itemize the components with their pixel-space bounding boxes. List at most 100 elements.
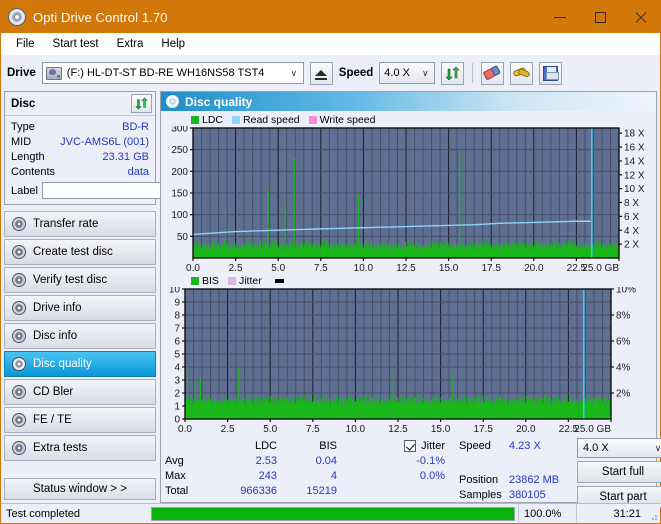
maximize-button[interactable] — [580, 1, 620, 33]
sidebar-item-cd-bler[interactable]: CD Bler — [4, 379, 156, 405]
run-samples-label: Samples — [459, 488, 502, 501]
bottom-chart-svg: 0123456789102%4%6%8%10%0.0 2.5 5.0 7.5 10.0 1… — [169, 287, 636, 435]
test-speed-select[interactable]: 4.0 X ∨ — [577, 438, 661, 458]
svg-text:10.0: 10.0 — [346, 424, 366, 435]
title-bar: Opti Drive Control 1.70 — [1, 1, 660, 33]
disc-mid-label: MID — [11, 135, 32, 148]
stats-row-label: Total — [165, 484, 189, 497]
speed-select[interactable]: 4.0 X ∨ — [379, 62, 436, 84]
disc-quality-icon — [166, 95, 179, 108]
sidebar-item-disc-quality[interactable]: Disc quality — [4, 351, 156, 377]
stats-max-bis: 4 — [330, 469, 337, 482]
close-button[interactable] — [620, 1, 660, 33]
sidebar-item-label: Create test disc — [33, 246, 113, 258]
page-title: Disc quality — [185, 94, 253, 109]
disc-icon — [12, 245, 26, 259]
sidebar-item-create-test-disc[interactable]: Create test disc — [4, 239, 156, 265]
menu-item-start-test[interactable]: Start test — [44, 36, 108, 52]
sidebar-item-label: FE / TE — [33, 414, 72, 426]
sidebar-item-drive-info[interactable]: Drive info — [4, 295, 156, 321]
stats-row-total: Total 966336 15219 — [165, 483, 455, 498]
run-position-value: 23862 MB — [509, 473, 560, 486]
sidebar: Disc Type BD-R MID JVC-AMS6L (001) Lengt… — [4, 91, 246, 503]
menu-item-file[interactable]: File — [7, 36, 44, 52]
run-info-values: Speed 4.23 X Position 23862 MB Samples 3… — [459, 438, 571, 508]
disc-contents-value: data — [127, 165, 149, 178]
svg-text:17.5: 17.5 — [481, 263, 501, 274]
status-window-button[interactable]: Status window > > — [4, 478, 156, 500]
drive-select[interactable]: (F:) HL-DT-ST BD-RE WH16NS58 TST4 ∨ — [41, 62, 304, 84]
drive-select-value: (F:) HL-DT-ST BD-RE WH16NS58 TST4 — [66, 67, 265, 79]
refresh-button[interactable] — [441, 61, 465, 85]
progress-bar-cell — [148, 504, 518, 523]
disc-type-label: Type — [11, 120, 35, 133]
svg-text:14 X: 14 X — [624, 156, 645, 167]
drive-label: Drive — [7, 67, 36, 79]
stats-header-row: LDC BIS Jitter — [165, 438, 455, 453]
disc-row-length: Length 23.31 GB — [11, 149, 149, 164]
svg-text:12.5: 12.5 — [388, 424, 408, 435]
stats-max-jitter: 0.0% — [419, 469, 445, 482]
stats-row-max: Max 243 4 0.0% — [165, 468, 455, 483]
run-speed-label: Speed — [459, 439, 491, 452]
svg-text:0.0: 0.0 — [178, 424, 192, 435]
disc-panel-title: Disc — [11, 97, 36, 110]
stats-table: LDC BIS Jitter Avg 2.53 0.04 -0.1% Max 2… — [165, 438, 455, 508]
top-chart: 50 100 150 200 250 300 2 X 4 X 6 X 8 X 10 X 12 X 14 … — [163, 126, 654, 274]
disc-label-row: Label — [11, 182, 246, 199]
eject-button[interactable] — [309, 61, 333, 85]
progress-bar-fill — [152, 507, 514, 520]
jitter-checkbox[interactable] — [404, 439, 417, 452]
disc-refresh-button[interactable] — [131, 94, 152, 113]
stats-row-avg: Avg 2.53 0.04 -0.1% — [165, 453, 455, 468]
svg-text:2%: 2% — [616, 389, 631, 400]
svg-text:25.0 GB: 25.0 GB — [574, 424, 611, 435]
resize-grip[interactable] — [646, 504, 660, 523]
status-message: Test completed — [6, 507, 80, 520]
svg-text:10 X: 10 X — [624, 184, 645, 195]
sidebar-item-label: Extra tests — [33, 442, 88, 454]
sidebar-item-label: Drive info — [33, 302, 82, 314]
sidebar-item-transfer-rate[interactable]: Transfer rate — [4, 211, 156, 237]
window-title: Opti Drive Control 1.70 — [33, 9, 168, 25]
sidebar-item-verify-test-disc[interactable]: Verify test disc — [4, 267, 156, 293]
svg-text:4: 4 — [174, 363, 180, 374]
stats-panel: LDC BIS Jitter Avg 2.53 0.04 -0.1% Max 2… — [161, 435, 661, 508]
drive-icon — [45, 66, 62, 80]
legend-label-ldc: LDC — [202, 113, 224, 126]
legend-item-write-speed: Write speed — [308, 114, 376, 126]
save-button[interactable] — [539, 61, 563, 85]
tools-button[interactable] — [510, 61, 534, 85]
erase-button[interactable] — [481, 61, 505, 85]
minimize-button[interactable] — [540, 1, 580, 33]
app-window: Opti Drive Control 1.70 File Start test … — [0, 0, 661, 524]
svg-text:9: 9 — [174, 298, 180, 309]
menu-item-help[interactable]: Help — [152, 36, 194, 52]
start-full-button[interactable]: Start full — [577, 461, 661, 483]
svg-text:5.0: 5.0 — [263, 424, 277, 435]
menu-item-extra[interactable]: Extra — [108, 36, 153, 52]
svg-text:150: 150 — [171, 189, 188, 200]
svg-text:2: 2 — [174, 389, 180, 400]
disc-panel: Disc Type BD-R MID JVC-AMS6L (001) Lengt… — [4, 91, 246, 205]
eraser-icon — [482, 65, 503, 82]
legend-item-bis: BIS — [191, 275, 219, 287]
legend-label-read-speed: Read speed — [243, 113, 300, 126]
run-info-panel: Speed 4.23 X Position 23862 MB Samples 3… — [459, 438, 661, 508]
stats-avg-jitter: -0.1% — [416, 454, 445, 467]
progress-percent: 100.0% — [518, 504, 576, 523]
disc-icon — [12, 273, 26, 287]
legend-swatch-ldc — [191, 115, 199, 124]
svg-text:16 X: 16 X — [624, 143, 645, 154]
stats-header-ldc: LDC — [254, 439, 277, 452]
legend-item-read-speed: Read speed — [232, 114, 300, 126]
disc-row-contents: Contents data — [11, 164, 149, 179]
disc-icon — [12, 441, 26, 455]
sidebar-item-label: Disc quality — [33, 358, 92, 370]
stats-avg-bis: 0.04 — [315, 454, 337, 467]
sidebar-item-extra-tests[interactable]: Extra tests — [4, 435, 156, 461]
run-samples-row: Samples 380105 — [459, 487, 571, 502]
svg-text:1: 1 — [174, 402, 180, 413]
sidebar-item-disc-info[interactable]: Disc info — [4, 323, 156, 349]
sidebar-item-fe-te[interactable]: FE / TE — [4, 407, 156, 433]
